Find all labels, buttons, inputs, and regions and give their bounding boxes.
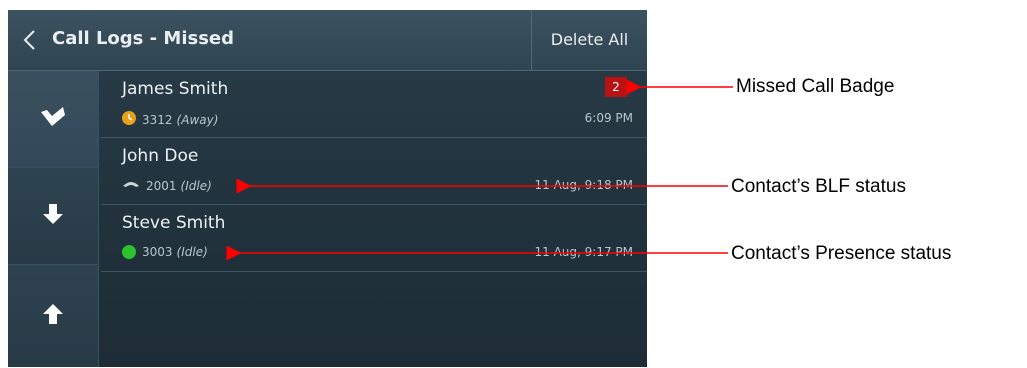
annotation-blf-status: Contact’s BLF status [731, 176, 906, 197]
annotation-presence-status: Contact’s Presence status [731, 243, 952, 264]
annotation-missed-call-badge: Missed Call Badge [736, 76, 895, 97]
